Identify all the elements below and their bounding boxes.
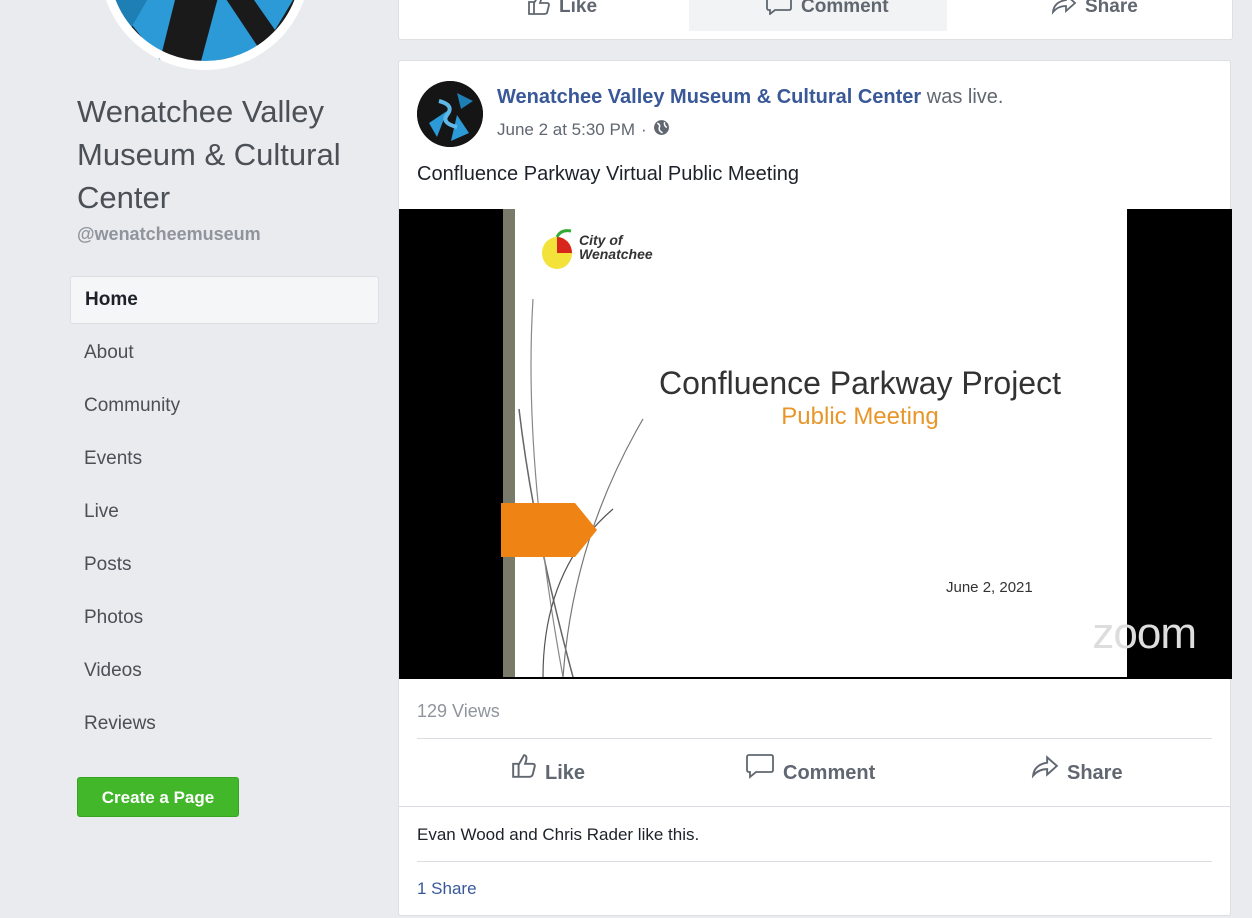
prev-share-button[interactable]: Share	[1051, 0, 1138, 20]
post-header: Wenatchee Valley Museum & Cultural Cente…	[497, 86, 1003, 109]
page-name[interactable]: Wenatchee Valley Museum & Cultural Cente…	[77, 90, 377, 219]
comment-icon	[745, 751, 775, 795]
slide-arrow-tab	[501, 503, 597, 557]
create-page-button[interactable]: Create a Page	[77, 777, 239, 817]
nav-item-events[interactable]: Events	[70, 435, 379, 488]
share-icon	[1031, 751, 1059, 795]
nav-item-community[interactable]: Community	[70, 382, 379, 435]
slide-title: Confluence Parkway Project	[659, 365, 1061, 401]
comment-label: Comment	[783, 762, 876, 784]
video-player[interactable]: City of Wenatchee Confluence Parkway Pro…	[399, 209, 1232, 679]
like-icon	[527, 0, 551, 20]
comment-icon	[765, 0, 793, 20]
slide-subtitle: Public Meeting	[781, 403, 939, 430]
post-text: Confluence Parkway Virtual Public Meetin…	[417, 163, 800, 185]
post-timestamp[interactable]: June 2 at 5:30 PM	[497, 120, 635, 140]
actions-divider	[399, 806, 1230, 807]
nav-item-home[interactable]: Home	[70, 276, 379, 324]
share-label: Share	[1067, 762, 1123, 784]
share-button[interactable]: Share	[1031, 751, 1123, 795]
nav-item-photos[interactable]: Photos	[70, 594, 379, 647]
slide-decorative-lines	[518, 298, 644, 677]
page-handle[interactable]: @wenatcheemuseum	[77, 224, 261, 245]
prev-like-button[interactable]: Like	[527, 0, 597, 20]
live-video-post: Wenatchee Valley Museum & Cultural Cente…	[398, 60, 1232, 916]
post-author-link[interactable]: Wenatchee Valley Museum & Cultural Cente…	[497, 86, 921, 108]
video-slide: City of Wenatchee Confluence Parkway Pro…	[503, 209, 1127, 677]
zoom-watermark: zoom	[1092, 609, 1197, 658]
nav-item-posts[interactable]: Posts	[70, 541, 379, 594]
share-count-link[interactable]: 1 Share	[417, 879, 477, 899]
like-button[interactable]: Like	[511, 751, 585, 795]
previous-post-actions: Like Comment Share	[398, 0, 1233, 40]
comment-button[interactable]: Comment	[745, 751, 875, 795]
page-nav: Home About Community Events Live Posts P…	[70, 276, 379, 753]
nav-item-about[interactable]: About	[70, 329, 379, 382]
prev-share-label: Share	[1085, 0, 1138, 17]
post-meta: June 2 at 5:30 PM ·	[497, 119, 670, 141]
city-logo-line2: Wenatchee	[579, 246, 653, 262]
city-logo-line1: City of	[579, 232, 623, 248]
prev-like-label: Like	[559, 0, 598, 17]
post-actions: Like Comment Share	[399, 751, 1232, 795]
likers-text[interactable]: Evan Wood and Chris Rader like this.	[417, 825, 699, 845]
share-icon	[1051, 0, 1077, 20]
views-divider	[417, 738, 1212, 739]
like-icon	[511, 751, 537, 795]
apple-logo-icon	[542, 229, 572, 269]
city-logo: City of Wenatchee	[579, 233, 653, 261]
page-profile-picture[interactable]	[100, 0, 310, 70]
globe-icon[interactable]	[653, 119, 670, 141]
likers-divider	[417, 861, 1212, 862]
view-count[interactable]: 129 Views	[417, 701, 500, 722]
prev-comment-label: Comment	[801, 0, 889, 17]
prev-comment-button[interactable]: Comment	[765, 0, 889, 20]
post-verb: was live.	[926, 86, 1004, 108]
nav-item-reviews[interactable]: Reviews	[70, 700, 379, 753]
nav-item-live[interactable]: Live	[70, 488, 379, 541]
meta-separator: ·	[640, 120, 647, 139]
author-avatar[interactable]	[417, 81, 483, 147]
like-label: Like	[545, 762, 586, 784]
nav-item-videos[interactable]: Videos	[70, 647, 379, 700]
slide-date: June 2, 2021	[946, 579, 1033, 596]
